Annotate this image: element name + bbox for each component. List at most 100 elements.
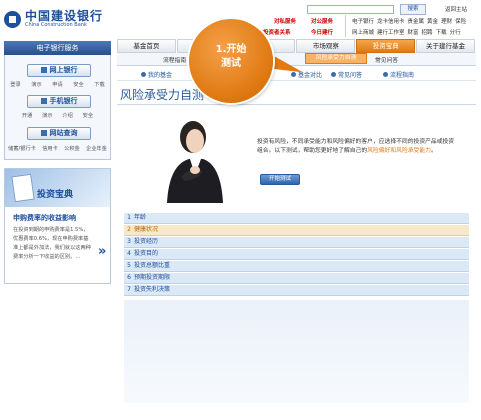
ebank-services-title: 电子银行服务	[4, 41, 111, 55]
question-row[interactable]: 5 投资总额比重	[124, 261, 469, 272]
link-process-guide[interactable]: 流程指南	[383, 70, 414, 79]
link-process-guide-label: 流程指南	[390, 72, 415, 79]
sub-link[interactable]: 安全	[83, 112, 93, 119]
title-divider	[117, 104, 476, 105]
tab-market-watch[interactable]: 市场观察	[296, 39, 356, 53]
callout-line1: 1.开始	[215, 44, 247, 55]
site-query-label: 网站查询	[49, 129, 78, 137]
link-my-funds[interactable]: 我的基金	[141, 70, 172, 79]
bullet-icon	[383, 72, 388, 77]
tab-about-ccb-fund[interactable]: 关于建行基金	[416, 39, 475, 53]
sub-link[interactable]: 介绍	[62, 112, 72, 119]
quick-link[interactable]: 保险	[455, 17, 466, 25]
question-row[interactable]: 1 年龄	[124, 213, 469, 224]
site-query-icon	[40, 130, 47, 136]
logo-en: China Construction Bank	[25, 21, 87, 28]
more-arrow-icon[interactable]: »	[98, 244, 106, 259]
sub-link[interactable]: 企业年金	[86, 145, 107, 152]
quick-link[interactable]: 龙卡信用卡	[377, 17, 405, 25]
help-icon	[331, 72, 336, 77]
subnav-risk-test[interactable]: 风险承受力自测	[305, 53, 367, 64]
bullet-icon	[141, 72, 146, 77]
header-link-corporate[interactable]: 对公服务	[311, 17, 333, 25]
question-row[interactable]: 7 投资失利决策	[124, 285, 469, 296]
question-row[interactable]: 3 投资经历	[124, 237, 469, 248]
link-my-funds-label: 我的基金	[148, 72, 173, 79]
quick-link[interactable]: 分行	[450, 28, 461, 36]
question-row[interactable]: 4 投资目的	[124, 249, 469, 260]
quick-link[interactable]: 贵金属	[408, 17, 425, 25]
online-banking-label: 网上银行	[49, 66, 78, 74]
sub-link[interactable]: 公积金	[64, 145, 80, 152]
quick-link[interactable]: 招聘	[422, 28, 433, 36]
sub-link[interactable]: 登录	[10, 81, 20, 88]
online-banking-icon	[40, 67, 47, 73]
bank-logo[interactable]: 中国建设银行 China Construction Bank	[4, 6, 114, 32]
question-label: 健康状况	[134, 226, 159, 233]
quick-link[interactable]: 网上商城	[352, 28, 374, 36]
quick-link[interactable]: 建行工作室	[377, 28, 405, 36]
sub-link[interactable]: 开通	[22, 112, 32, 119]
quick-link[interactable]: 理财	[441, 17, 452, 25]
mobile-banking-label: 手机银行	[49, 97, 78, 105]
question-row[interactable]: 6 预期投资期限	[124, 273, 469, 284]
header-divider	[345, 15, 346, 37]
sub-link[interactable]: 演示	[42, 112, 52, 119]
book-icon	[11, 173, 35, 203]
question-label: 投资总额比重	[134, 262, 171, 269]
subnav-faq[interactable]: 常见问答	[375, 55, 398, 64]
investment-guide-promo[interactable]: 投资宝典 申购费率的收益影响 在投资到期的申购费率是1.5%，优惠费率0.6%，…	[4, 168, 111, 284]
home-link[interactable]: 返回主站	[445, 5, 467, 13]
page-title: 风险承受力自测	[120, 88, 205, 102]
content-footer-area	[124, 300, 469, 403]
question-label: 投资目的	[134, 250, 159, 257]
ebank-services-panel: 网上银行 登录 演示 申请 安全 下载 手机银行 开通 演示 介绍 安全 网站查…	[4, 55, 111, 160]
subnav-process-guide[interactable]: 流程指南	[163, 55, 186, 64]
search-input[interactable]	[307, 5, 394, 14]
sub-link[interactable]: 下载	[94, 81, 104, 88]
mobile-banking-icon	[40, 98, 47, 104]
advisor-illustration	[167, 121, 223, 203]
site-query-button[interactable]: 网站查询	[27, 127, 91, 140]
header-link-investor[interactable]: 投资者关系	[263, 28, 291, 36]
question-number: 5	[127, 262, 131, 269]
question-label: 投资经历	[134, 238, 159, 245]
sub-link[interactable]: 演示	[31, 81, 41, 88]
quick-link[interactable]: 下载	[436, 28, 447, 36]
mobile-banking-button[interactable]: 手机银行	[27, 95, 91, 108]
question-number: 7	[127, 286, 131, 293]
sub-link[interactable]: 安全	[73, 81, 83, 88]
link-faq[interactable]: 常见问答	[331, 70, 362, 79]
step-callout: 1.开始 测试	[189, 19, 273, 103]
callout-line2: 测试	[221, 58, 241, 69]
question-label: 年龄	[134, 214, 147, 221]
promo-title[interactable]: 申购费率的收益影响	[13, 213, 76, 223]
header-link-today[interactable]: 今日建行	[311, 28, 333, 36]
sub-link[interactable]: 信用卡	[42, 145, 58, 152]
page: 中国建设银行 China Construction Bank 搜索 返回主站 对…	[0, 0, 481, 420]
tab-investment-guide[interactable]: 投资宝典	[356, 39, 416, 53]
main-nav: 基金首页 市场观察 投资宝典 关于建行基金	[117, 39, 476, 53]
promo-banner[interactable]: 投资宝典	[5, 169, 110, 207]
start-test-button[interactable]: 开始测试	[260, 174, 300, 185]
question-list: 1 年龄 2 健康状况 3 投资经历 4 投资目的 5 投资总额比重 6 预期投资期限 7投…	[124, 213, 469, 297]
intro-end: 。	[430, 148, 437, 154]
sub-link[interactable]: 储蓄/银行卡	[8, 145, 36, 152]
promo-text: 在投资到期的申购费率是1.5%，优惠费率0.6%，现在申购费率基准上都是外加法，…	[13, 227, 91, 260]
question-label: 投资失利决策	[134, 286, 171, 293]
quick-link[interactable]: 财富	[408, 28, 419, 36]
tab-fund-home[interactable]: 基金首页	[117, 39, 176, 53]
question-row[interactable]: 2 健康状况	[124, 225, 469, 236]
risk-preference-link[interactable]: 风险偏好和风险承受能力	[367, 148, 431, 154]
question-number: 4	[127, 250, 131, 257]
header-link-private[interactable]: 对私服务	[274, 17, 296, 25]
sub-link[interactable]: 申请	[52, 81, 62, 88]
online-banking-button[interactable]: 网上银行	[27, 64, 91, 77]
question-number: 2	[127, 226, 131, 233]
advisor-photo	[159, 115, 231, 203]
link-faq-label: 常见问答	[338, 72, 363, 79]
quick-link[interactable]: 电子银行	[352, 17, 374, 25]
quick-link[interactable]: 黄金	[427, 17, 438, 25]
search-button[interactable]: 搜索	[400, 4, 426, 15]
intro-text: 投资有风险，不同承受能力和风险偏好的客户，应选择不同的投资产品或投资组合。以下测…	[257, 138, 457, 156]
